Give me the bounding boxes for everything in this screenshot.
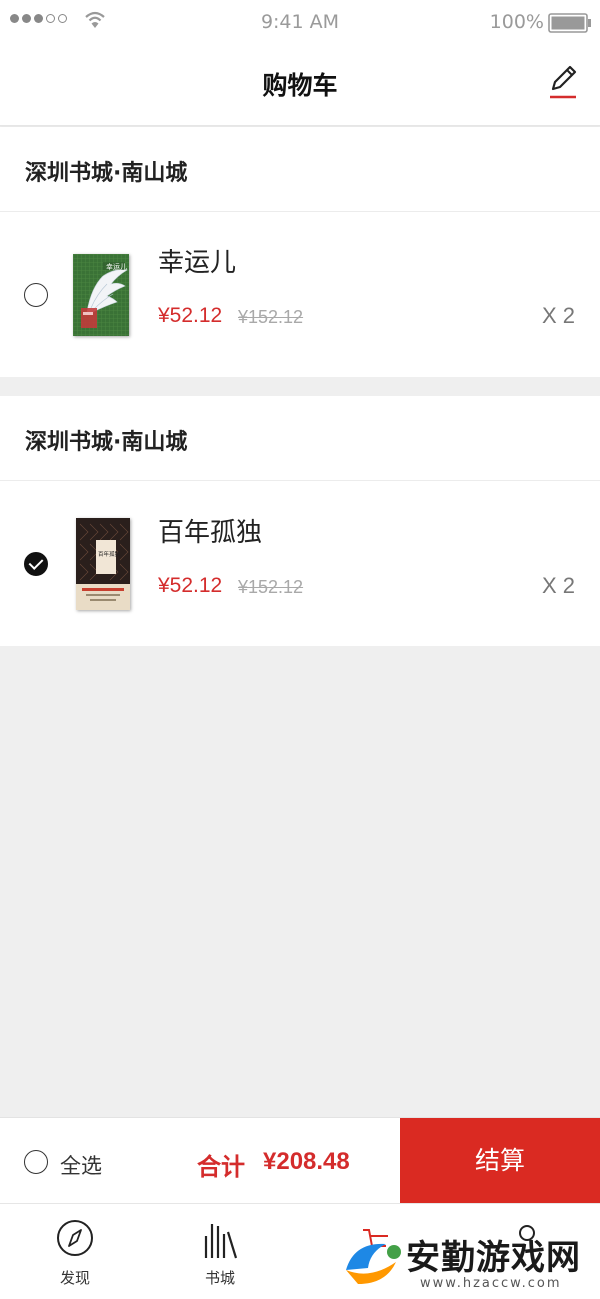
book-quantity: X 2 — [541, 573, 575, 598]
cart-item[interactable]: 百年孤独 百年孤独 ¥52.12 ¥152.12 X 2 — [0, 481, 600, 646]
tab-label: 发现 — [59, 1269, 90, 1287]
select-all-label[interactable]: 全选 — [60, 1150, 102, 1180]
watermark-url: www.hzaccw.com — [420, 1276, 562, 1291]
watermark-emblem — [346, 1243, 401, 1284]
book-original-price: ¥152.12 — [238, 307, 304, 327]
edit-icon[interactable] — [546, 62, 580, 102]
checkout-bar: 全选 合计 ¥208.48 结算 — [0, 1117, 600, 1204]
item-select-radio-checked[interactable] — [24, 552, 48, 576]
select-all-radio[interactable] — [24, 1150, 48, 1174]
store-header: 深圳书城·南山城 — [0, 396, 600, 481]
cover-title-text: 百年孤独 — [98, 550, 121, 558]
store-block: 深圳书城·南山城 幸运儿 幸运儿 ¥52.12 ¥152.12 X 2 — [0, 127, 600, 377]
compass-icon — [57, 1220, 93, 1256]
battery-percentage: 100% — [489, 11, 544, 33]
status-bar: 9:41 AM 100% — [0, 0, 600, 44]
nav-bar: 购物车 — [0, 44, 600, 126]
tab-discover[interactable]: 发现 — [25, 1204, 125, 1299]
book-cover-image: 幸运儿 — [73, 254, 129, 336]
book-title: 百年孤独 — [158, 518, 263, 548]
checkout-button[interactable]: 结算 — [400, 1118, 600, 1204]
total-label: 合计 — [197, 1153, 245, 1181]
cart-item[interactable]: 幸运儿 幸运儿 ¥52.12 ¥152.12 X 2 — [0, 212, 600, 377]
tab-bookstore[interactable]: 书城 — [170, 1204, 270, 1299]
book-cover-image: 百年孤独 — [76, 518, 130, 610]
battery-icon — [548, 13, 591, 33]
page-title: 购物车 — [262, 71, 338, 100]
store-name: 深圳书城·南山城 — [25, 161, 188, 186]
book-price: ¥52.12 — [158, 574, 223, 597]
tab-label: 书城 — [204, 1269, 235, 1287]
bookshelf-icon — [204, 1224, 238, 1259]
watermark-logo: 安勤游戏网 www.hzaccw.com — [340, 1228, 600, 1299]
book-quantity: X 2 — [541, 303, 575, 328]
cover-title-text: 幸运儿 — [106, 263, 127, 271]
total-amount: ¥208.48 — [263, 1148, 350, 1175]
book-title: 幸运儿 — [158, 248, 237, 278]
book-original-price: ¥152.12 — [238, 577, 304, 597]
book-price: ¥52.12 — [158, 304, 223, 327]
store-block: 深圳书城·南山城 百年孤独 百年孤独 ¥52.12 ¥152.12 X 2 — [0, 396, 600, 646]
store-name: 深圳书城·南山城 — [25, 430, 188, 455]
watermark-text: 安勤游戏网 — [406, 1238, 581, 1278]
item-select-radio[interactable] — [24, 283, 48, 307]
store-header: 深圳书城·南山城 — [0, 127, 600, 212]
